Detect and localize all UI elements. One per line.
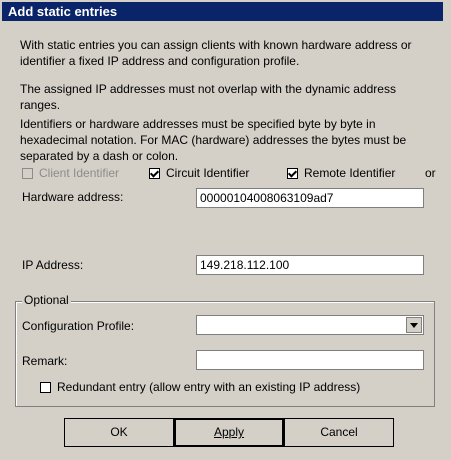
description-paragraph-1: With static entries you can assign clien… (20, 38, 412, 68)
cancel-button[interactable]: Cancel (284, 418, 394, 447)
redundant-entry-checkbox-box (40, 381, 51, 393)
remote-identifier-checkbox-box (287, 167, 298, 179)
apply-button-label: Apply (213, 425, 245, 439)
dropdown-arrow-button[interactable] (406, 317, 422, 333)
redundant-entry-label: Redundant entry (allow entry with an exi… (57, 380, 361, 394)
ok-button[interactable]: OK (64, 418, 174, 447)
ip-address-label: IP Address: (22, 258, 84, 272)
configuration-profile-label: Configuration Profile: (22, 319, 135, 333)
client-identifier-checkbox-box (22, 167, 33, 179)
configuration-profile-select[interactable] (196, 315, 424, 335)
client-identifier-checkbox[interactable]: Client Identifier (22, 166, 119, 180)
dialog-title: Add static entries (2, 2, 443, 21)
remote-identifier-label: Remote Identifier (304, 166, 396, 180)
chevron-down-icon (410, 322, 418, 328)
or-label: or (425, 166, 436, 180)
ip-address-input[interactable]: 149.218.112.100 (196, 255, 424, 275)
circuit-identifier-checkbox[interactable]: Circuit Identifier (149, 166, 249, 180)
optional-group-title: Optional (22, 293, 71, 307)
remote-identifier-checkbox[interactable]: Remote Identifier (287, 166, 395, 180)
remark-label: Remark: (22, 354, 68, 368)
circuit-identifier-label: Circuit Identifier (166, 166, 250, 180)
remark-input[interactable] (196, 350, 424, 370)
redundant-entry-checkbox[interactable]: Redundant entry (allow entry with an exi… (40, 380, 360, 394)
description-paragraph-2: The assigned IP addresses must not overl… (20, 82, 396, 112)
hardware-address-label: Hardware address: (22, 190, 124, 204)
client-identifier-label: Client Identifier (39, 166, 120, 180)
description-paragraph-3: Identifiers or hardware addresses must b… (20, 117, 407, 163)
circuit-identifier-checkbox-box (149, 167, 160, 179)
apply-button[interactable]: Apply (174, 418, 284, 447)
hardware-address-input[interactable]: 00000104008063109ad7 (196, 188, 424, 208)
add-static-entries-dialog: Add static entries With static entries y… (2, 2, 449, 456)
